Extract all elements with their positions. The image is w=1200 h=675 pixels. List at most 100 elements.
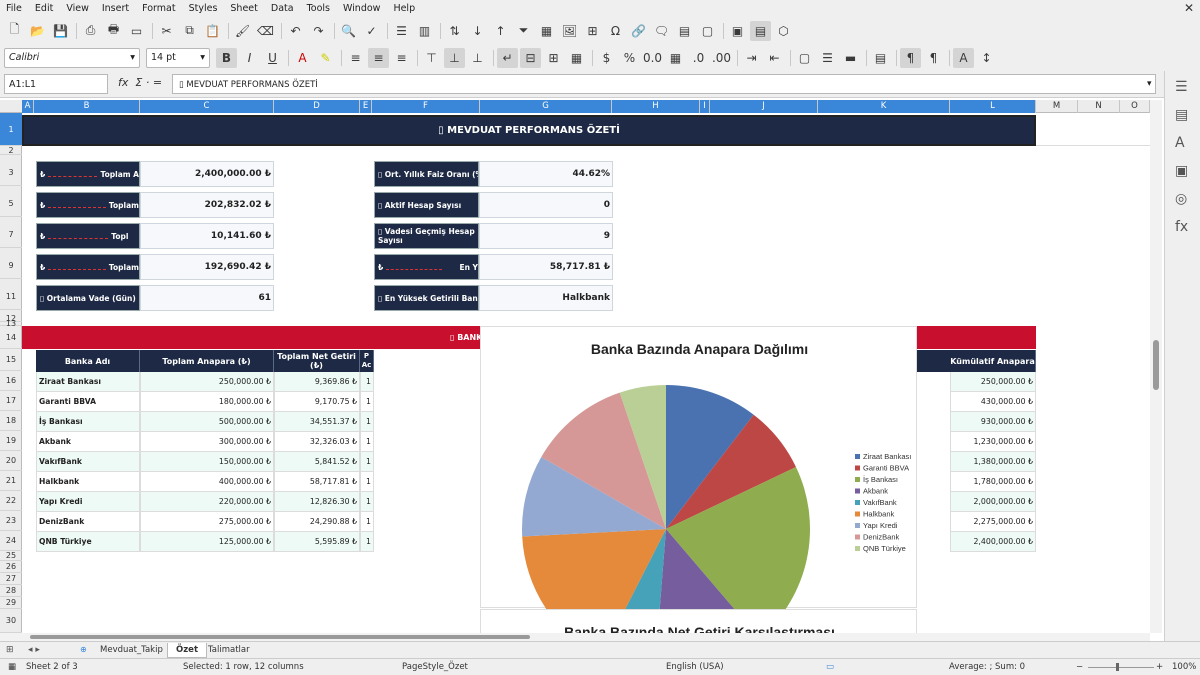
- font-size-box[interactable]: 14 pt ▾: [146, 47, 210, 68]
- menu-file[interactable]: File: [6, 3, 22, 14]
- open-icon[interactable]: 📂: [27, 21, 48, 41]
- card-label[interactable]: ₺ Toplam A: [36, 161, 140, 187]
- row-header[interactable]: 5: [0, 190, 22, 217]
- card-label[interactable]: ₺ Topl: [36, 223, 140, 249]
- number-format-icon[interactable]: 0.0: [642, 48, 663, 68]
- cumulative-cell[interactable]: 2,400,000.00 ₺: [950, 532, 1036, 552]
- period-cell[interactable]: 1: [360, 372, 374, 392]
- language[interactable]: English (USA): [666, 662, 724, 672]
- delete-decimal-icon[interactable]: .00: [711, 48, 732, 68]
- selection-mode-icon[interactable]: ▭: [826, 662, 834, 672]
- principal-cell[interactable]: 275,000.00 ₺: [140, 512, 274, 532]
- cumulative-cell[interactable]: 2,000,000.00 ₺: [950, 492, 1036, 512]
- align-center-icon[interactable]: ≡: [368, 47, 389, 68]
- comment-icon[interactable]: 🗨: [651, 21, 672, 41]
- period-cell[interactable]: 1: [360, 472, 374, 492]
- gallery-icon[interactable]: ▣: [1175, 163, 1188, 179]
- row-header[interactable]: 26: [0, 561, 22, 573]
- menu-data[interactable]: Data: [271, 3, 294, 14]
- menu-tools[interactable]: Tools: [307, 3, 330, 14]
- name-box[interactable]: A1:L1: [4, 74, 108, 94]
- vertical-scroll-thumb[interactable]: [1153, 340, 1159, 390]
- pie-chart-container[interactable]: Banka Bazında Anapara Dağılımı Ziraat Ba…: [480, 326, 917, 609]
- card-label[interactable]: ₺ Toplam: [36, 254, 140, 280]
- table-header[interactable]: Banka Adı: [36, 350, 140, 372]
- row-header[interactable]: 1: [0, 113, 22, 146]
- cumulative-cell[interactable]: 250,000.00 ₺: [950, 372, 1036, 392]
- align-bottom-icon[interactable]: ⊥: [467, 48, 488, 68]
- card-value[interactable]: 10,141.60 ₺: [140, 223, 274, 249]
- zoom-slider-handle[interactable]: [1116, 663, 1119, 671]
- rtl-icon[interactable]: ¶: [923, 48, 944, 68]
- row-header[interactable]: 17: [0, 391, 22, 411]
- net-return-cell[interactable]: 58,717.81 ₺: [274, 472, 360, 492]
- cumulative-cell[interactable]: 430,000.00 ₺: [950, 392, 1036, 412]
- row-header[interactable]: 15: [0, 349, 22, 371]
- tab-mevduat-takip[interactable]: Mevduat_Takip: [92, 643, 171, 658]
- tab-talimatlar[interactable]: Talimatlar: [200, 643, 258, 658]
- first-sheet-icon[interactable]: ⊞: [6, 645, 14, 655]
- highlight-icon[interactable]: ✎: [315, 48, 336, 68]
- principal-cell[interactable]: 150,000.00 ₺: [140, 452, 274, 472]
- period-cell[interactable]: 1: [360, 492, 374, 512]
- net-return-cell[interactable]: 34,551.37 ₺: [274, 412, 360, 432]
- export-pdf-icon[interactable]: ⎙: [80, 21, 101, 41]
- column-icon[interactable]: ▥: [414, 21, 435, 41]
- row-header[interactable]: 11: [0, 283, 22, 310]
- undo-icon[interactable]: ↶: [285, 21, 306, 41]
- text-direction-icon[interactable]: A: [953, 47, 974, 68]
- bank-name-cell[interactable]: QNB Türkiye: [36, 532, 140, 552]
- period-cell[interactable]: 1: [360, 392, 374, 412]
- zoom-slider[interactable]: [1088, 667, 1154, 668]
- column-header[interactable]: G: [480, 100, 612, 113]
- vertical-scrollbar[interactable]: [1150, 100, 1162, 633]
- row-header[interactable]: 14: [0, 326, 22, 349]
- bank-name-cell[interactable]: VakıfBank: [36, 452, 140, 472]
- net-return-cell[interactable]: 5,595.89 ₺: [274, 532, 360, 552]
- define-print-area-icon[interactable]: ▢: [697, 21, 718, 41]
- row-header[interactable]: 27: [0, 573, 22, 585]
- zoom-out-icon[interactable]: −: [1076, 662, 1083, 672]
- styles-icon[interactable]: A: [1175, 135, 1185, 151]
- bank-name-cell[interactable]: Garanti BBVA: [36, 392, 140, 412]
- header-footer-icon[interactable]: ▤: [674, 21, 695, 41]
- net-return-cell[interactable]: 9,170.75 ₺: [274, 392, 360, 412]
- row-header[interactable]: 19: [0, 431, 22, 451]
- table-header[interactable]: Toplam Anapara (₺): [140, 350, 274, 372]
- column-header[interactable]: M: [1036, 100, 1078, 113]
- save-icon[interactable]: 💾: [50, 21, 71, 41]
- row-header[interactable]: 22: [0, 491, 22, 511]
- align-right-icon[interactable]: ≡: [391, 48, 412, 68]
- row-header[interactable]: 28: [0, 585, 22, 597]
- period-cell[interactable]: 1: [360, 412, 374, 432]
- card-label[interactable]: ₺ En Y: [374, 254, 479, 280]
- cumulative-cell[interactable]: 1,230,000.00 ₺: [950, 432, 1036, 452]
- row-header[interactable]: 16: [0, 371, 22, 391]
- row-header[interactable]: 7: [0, 221, 22, 248]
- card-label[interactable]: ▯ Aktif Hesap Sayısı: [374, 192, 479, 218]
- redo-icon[interactable]: ↷: [308, 21, 329, 41]
- table-header[interactable]: Toplam Net Getiri (₺): [274, 350, 360, 372]
- date-format-icon[interactable]: ▦: [665, 48, 686, 68]
- properties-icon[interactable]: ▤: [1175, 107, 1188, 123]
- hamburger-menu-icon[interactable]: ☰: [1175, 79, 1188, 95]
- card-label[interactable]: ▯ Ortalama Vade (Gün): [36, 285, 140, 311]
- menu-sheet[interactable]: Sheet: [230, 3, 257, 14]
- row-header[interactable]: 18: [0, 411, 22, 431]
- card-label[interactable]: ▯ Ort. Yıllık Faiz Oranı (%): [374, 161, 479, 187]
- cumulative-cell[interactable]: 930,000.00 ₺: [950, 412, 1036, 432]
- period-cell[interactable]: 1: [360, 432, 374, 452]
- currency-icon[interactable]: $: [596, 48, 617, 68]
- net-return-cell[interactable]: 9,369.86 ₺: [274, 372, 360, 392]
- special-character-icon[interactable]: Ω: [605, 21, 626, 41]
- row-header[interactable]: 3: [0, 159, 22, 186]
- row-header[interactable]: 9: [0, 252, 22, 279]
- italic-icon[interactable]: I: [239, 48, 260, 68]
- column-header[interactable]: B: [34, 100, 140, 113]
- new-icon[interactable]: 🗋: [4, 21, 25, 41]
- table-icon[interactable]: ▦: [566, 48, 587, 68]
- row-header[interactable]: 23: [0, 511, 22, 531]
- column-header[interactable]: L: [950, 100, 1036, 113]
- principal-cell[interactable]: 180,000.00 ₺: [140, 392, 274, 412]
- table-header[interactable]: P Ac: [360, 350, 374, 372]
